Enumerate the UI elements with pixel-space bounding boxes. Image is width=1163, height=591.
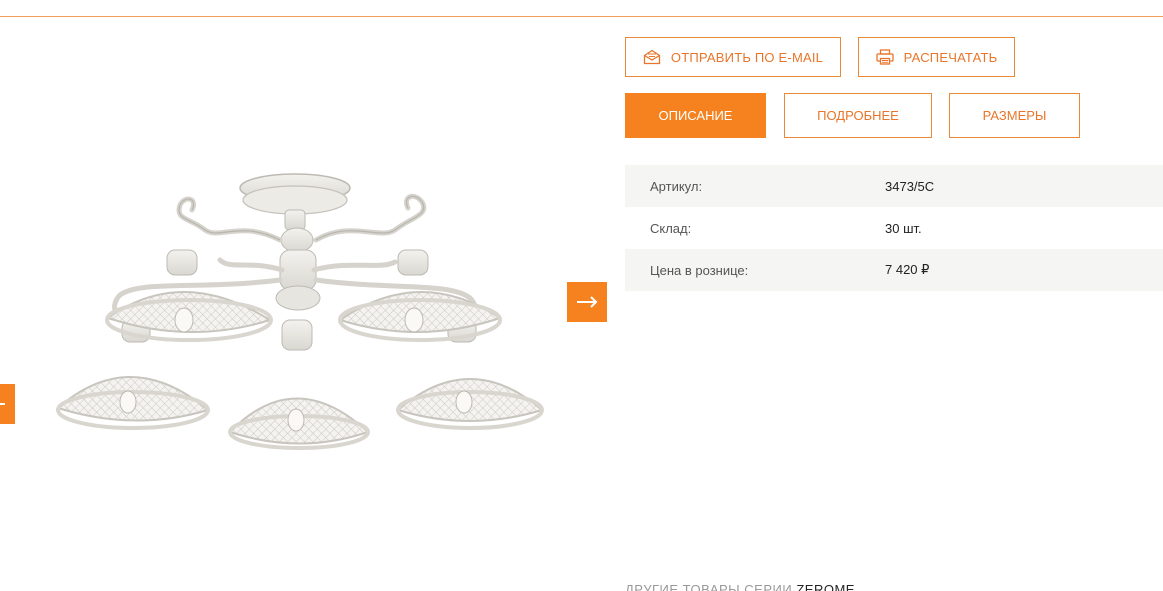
gallery-next-button[interactable] (567, 282, 607, 322)
spec-value: 3473/5C (885, 178, 935, 194)
header-divider (0, 16, 1163, 17)
spec-row-article: Артикул: 3473/5C (625, 165, 1163, 207)
product-gallery (0, 140, 610, 480)
tab-details-label: ПОДРОБНЕЕ (817, 108, 899, 123)
gallery-prev-button[interactable] (0, 384, 15, 424)
tab-description[interactable]: ОПИСАНИЕ (625, 93, 766, 138)
product-image (55, 173, 545, 450)
print-label: РАСПЕЧАТАТЬ (903, 49, 998, 65)
series-heading: ДРУГИЕ ТОВАРЫ СЕРИИ ZEROME (625, 582, 855, 591)
send-email-button[interactable]: ОТПРАВИТЬ ПО E-MAIL (625, 37, 841, 77)
arrow-left-icon (0, 403, 5, 405)
spec-label: Артикул: (650, 178, 703, 194)
spec-label: Склад: (650, 220, 692, 236)
spec-value: 30 шт. (885, 220, 922, 236)
send-email-label: ОТПРАВИТЬ ПО E-MAIL (670, 49, 824, 65)
spec-label: Цена в рознице: (650, 262, 749, 278)
printer-icon (875, 49, 894, 65)
specs-table: Артикул: 3473/5C Склад: 30 шт. Цена в ро… (625, 165, 1163, 291)
envelope-icon (643, 49, 661, 65)
print-button[interactable]: РАСПЕЧАТАТЬ (858, 37, 1015, 77)
spec-value: 7 420 ₽ (885, 262, 930, 277)
product-page: ОТПРАВИТЬ ПО E-MAIL РАСПЕЧАТАТЬ ОПИСАНИЕ… (0, 0, 1163, 591)
spec-row-stock: Склад: 30 шт. (625, 207, 1163, 249)
tab-description-label: ОПИСАНИЕ (658, 108, 733, 123)
tab-sizes[interactable]: РАЗМЕРЫ (949, 93, 1080, 138)
tab-details[interactable]: ПОДРОБНЕЕ (784, 93, 932, 138)
series-prefix: ДРУГИЕ ТОВАРЫ СЕРИИ (625, 582, 793, 591)
series-name-link[interactable]: ZEROME (796, 582, 855, 591)
spec-row-price: Цена в рознице: 7 420 ₽ (625, 249, 1163, 291)
tab-sizes-label: РАЗМЕРЫ (982, 108, 1047, 123)
arrow-right-icon (577, 296, 598, 308)
